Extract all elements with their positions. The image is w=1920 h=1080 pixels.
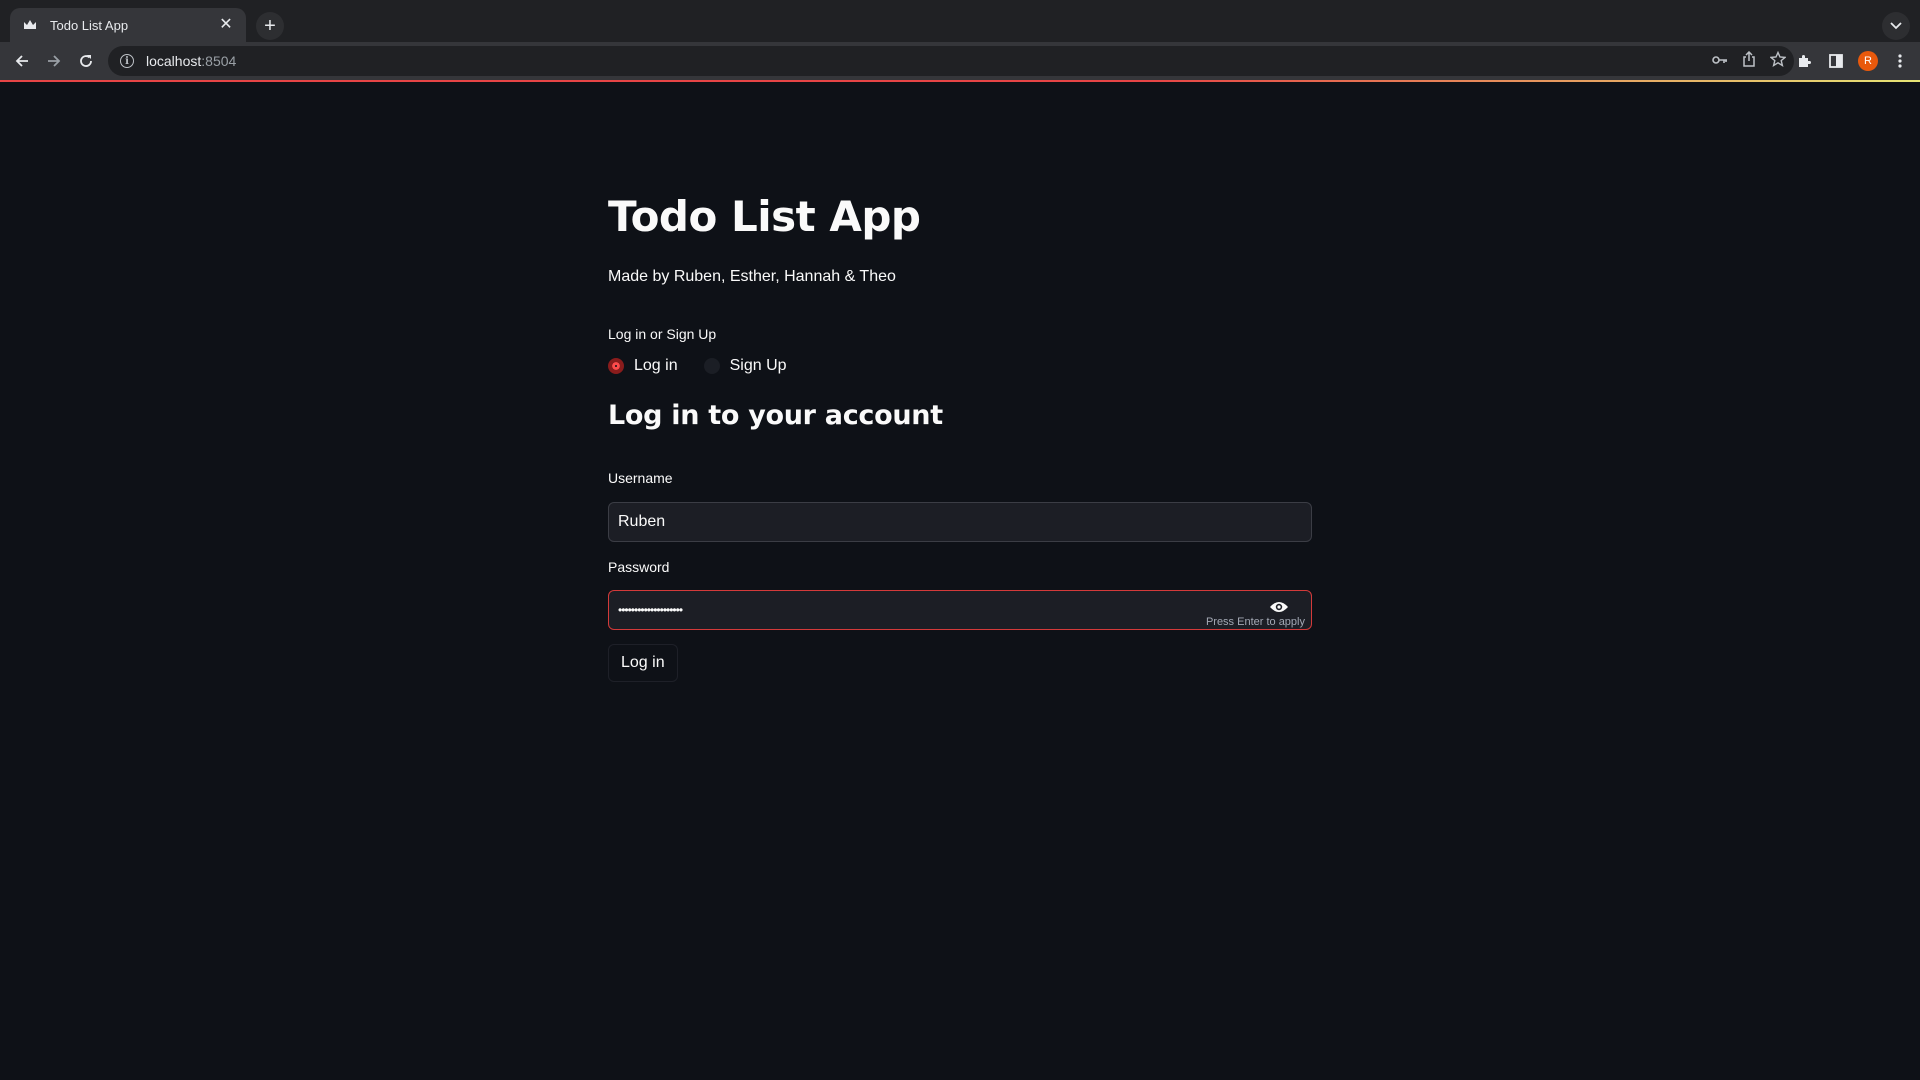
- radio-option-label: Sign Up: [729, 357, 787, 374]
- password-field[interactable]: •••••••••••••••••••• Press Enter to appl…: [608, 590, 1312, 630]
- address-bar[interactable]: i localhost:8504: [108, 46, 1794, 76]
- login-button[interactable]: Log in: [608, 644, 678, 682]
- share-icon[interactable]: [1742, 50, 1756, 72]
- avatar-letter: R: [1858, 51, 1878, 71]
- tab-close-icon[interactable]: ✕: [218, 17, 234, 33]
- crown-favicon-icon: [22, 17, 38, 33]
- radio-option-login[interactable]: Log in: [608, 357, 678, 375]
- login-heading: Log in to your account: [608, 400, 943, 431]
- tab-search-chevron-icon[interactable]: [1882, 12, 1910, 40]
- back-arrow-icon[interactable]: [8, 47, 36, 75]
- browser-tab-strip: Todo List App ✕ +: [0, 0, 1920, 42]
- kebab-menu-icon[interactable]: [1886, 47, 1914, 75]
- page-title: Todo List App: [608, 192, 921, 241]
- radio-option-label: Log in: [634, 357, 678, 374]
- new-tab-plus-icon[interactable]: +: [256, 12, 284, 40]
- page-subtitle: Made by Ruben, Esther, Hannah & Theo: [608, 268, 896, 285]
- forward-arrow-icon[interactable]: [40, 47, 68, 75]
- username-label: Username: [608, 470, 673, 486]
- browser-toolbar: i localhost:8504 R: [0, 42, 1920, 80]
- bookmark-star-icon[interactable]: [1769, 50, 1787, 72]
- password-label: Password: [608, 559, 670, 575]
- app-header-decoration: [0, 80, 1920, 82]
- mode-radio-label: Log in or Sign Up: [608, 326, 717, 342]
- mode-radio-group: Log in Sign Up: [608, 357, 787, 375]
- extensions-puzzle-icon[interactable]: [1790, 47, 1818, 75]
- radio-unselected-icon[interactable]: [703, 358, 720, 374]
- password-input[interactable]: ••••••••••••••••••••: [618, 603, 683, 617]
- profile-avatar[interactable]: R: [1854, 47, 1882, 75]
- radio-selected-icon[interactable]: [608, 358, 624, 374]
- site-info-icon[interactable]: i: [120, 54, 134, 68]
- side-panel-icon[interactable]: [1822, 47, 1850, 75]
- show-password-eye-icon[interactable]: [1269, 600, 1289, 614]
- reload-icon[interactable]: [72, 47, 100, 75]
- key-icon[interactable]: [1712, 52, 1728, 70]
- username-field[interactable]: [608, 502, 1312, 542]
- url-port: :8504: [201, 53, 237, 69]
- press-enter-hint: Press Enter to apply: [1205, 616, 1305, 628]
- url-host: localhost: [146, 53, 202, 69]
- tab-title: Todo List App: [50, 17, 129, 33]
- username-input[interactable]: [618, 513, 1302, 531]
- browser-tab[interactable]: Todo List App ✕: [10, 8, 246, 42]
- radio-option-signup[interactable]: Sign Up: [703, 357, 787, 375]
